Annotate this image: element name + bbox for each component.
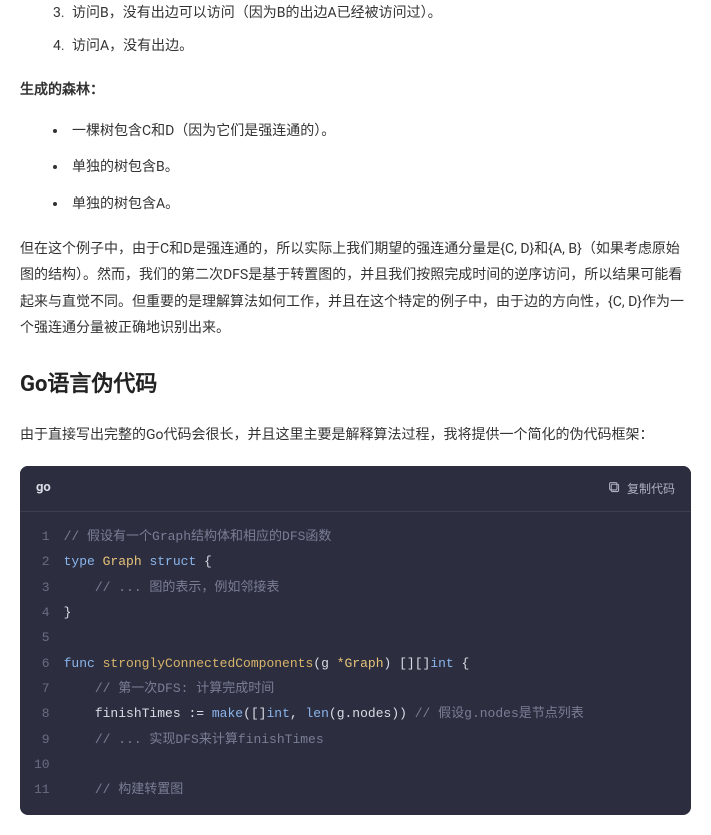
code-body: 1234567891011 // 假设有一个Graph结构体和相应的DFS函数t…: [20, 512, 691, 815]
code-line: // ... 图的表示，例如邻接表: [64, 575, 675, 600]
code-line: // ... 实现DFS来计算finishTimes: [64, 727, 675, 752]
code-language-label: go: [36, 476, 51, 501]
forest-list-item: 一棵树包含C和D（因为它们是强连通的）。: [68, 118, 691, 145]
code-gutter: 1234567891011: [20, 524, 64, 803]
code-line: // 第一次DFS: 计算完成时间: [64, 676, 675, 701]
code-line: // 构建转置图: [64, 777, 675, 802]
forest-list: 一棵树包含C和D（因为它们是强连通的）。单独的树包含B。单独的树包含A。: [20, 118, 691, 218]
code-header: go 复制代码: [20, 466, 691, 512]
copy-icon: [608, 481, 621, 497]
code-line: // 假设有一个Graph结构体和相应的DFS函数: [64, 524, 675, 549]
forest-list-item: 单独的树包含B。: [68, 154, 691, 181]
code-line: finishTimes := make([]int, len(g.nodes))…: [64, 701, 675, 726]
section-title: Go语言伪代码: [20, 364, 691, 406]
code-line: type Graph struct {: [64, 549, 675, 574]
numbered-steps: 访问B，没有出边可以访问（因为B的出边A已经被访问过）。访问A，没有出边。: [20, 0, 691, 59]
code-line: [64, 625, 675, 650]
copy-code-button[interactable]: 复制代码: [608, 480, 675, 497]
forest-list-item: 单独的树包含A。: [68, 191, 691, 218]
copy-code-label: 复制代码: [627, 480, 675, 497]
numbered-step: 访问B，没有出边可以访问（因为B的出边A已经被访问过）。: [68, 0, 691, 27]
code-block: go 复制代码 1234567891011 // 假设有一个Graph结构体和相…: [20, 466, 691, 814]
code-line: [64, 752, 675, 777]
numbered-step: 访问A，没有出边。: [68, 33, 691, 60]
intro-paragraph: 由于直接写出完整的Go代码会很长，并且这里主要是解释算法过程，我将提供一个简化的…: [20, 422, 691, 449]
code-lines: // 假设有一个Graph结构体和相应的DFS函数type Graph stru…: [64, 524, 691, 803]
explanation-paragraph: 但在这个例子中，由于C和D是强连通的，所以实际上我们期望的强连通分量是{C, D…: [20, 236, 691, 342]
forest-heading: 生成的森林：: [20, 77, 691, 104]
code-line: }: [64, 600, 675, 625]
